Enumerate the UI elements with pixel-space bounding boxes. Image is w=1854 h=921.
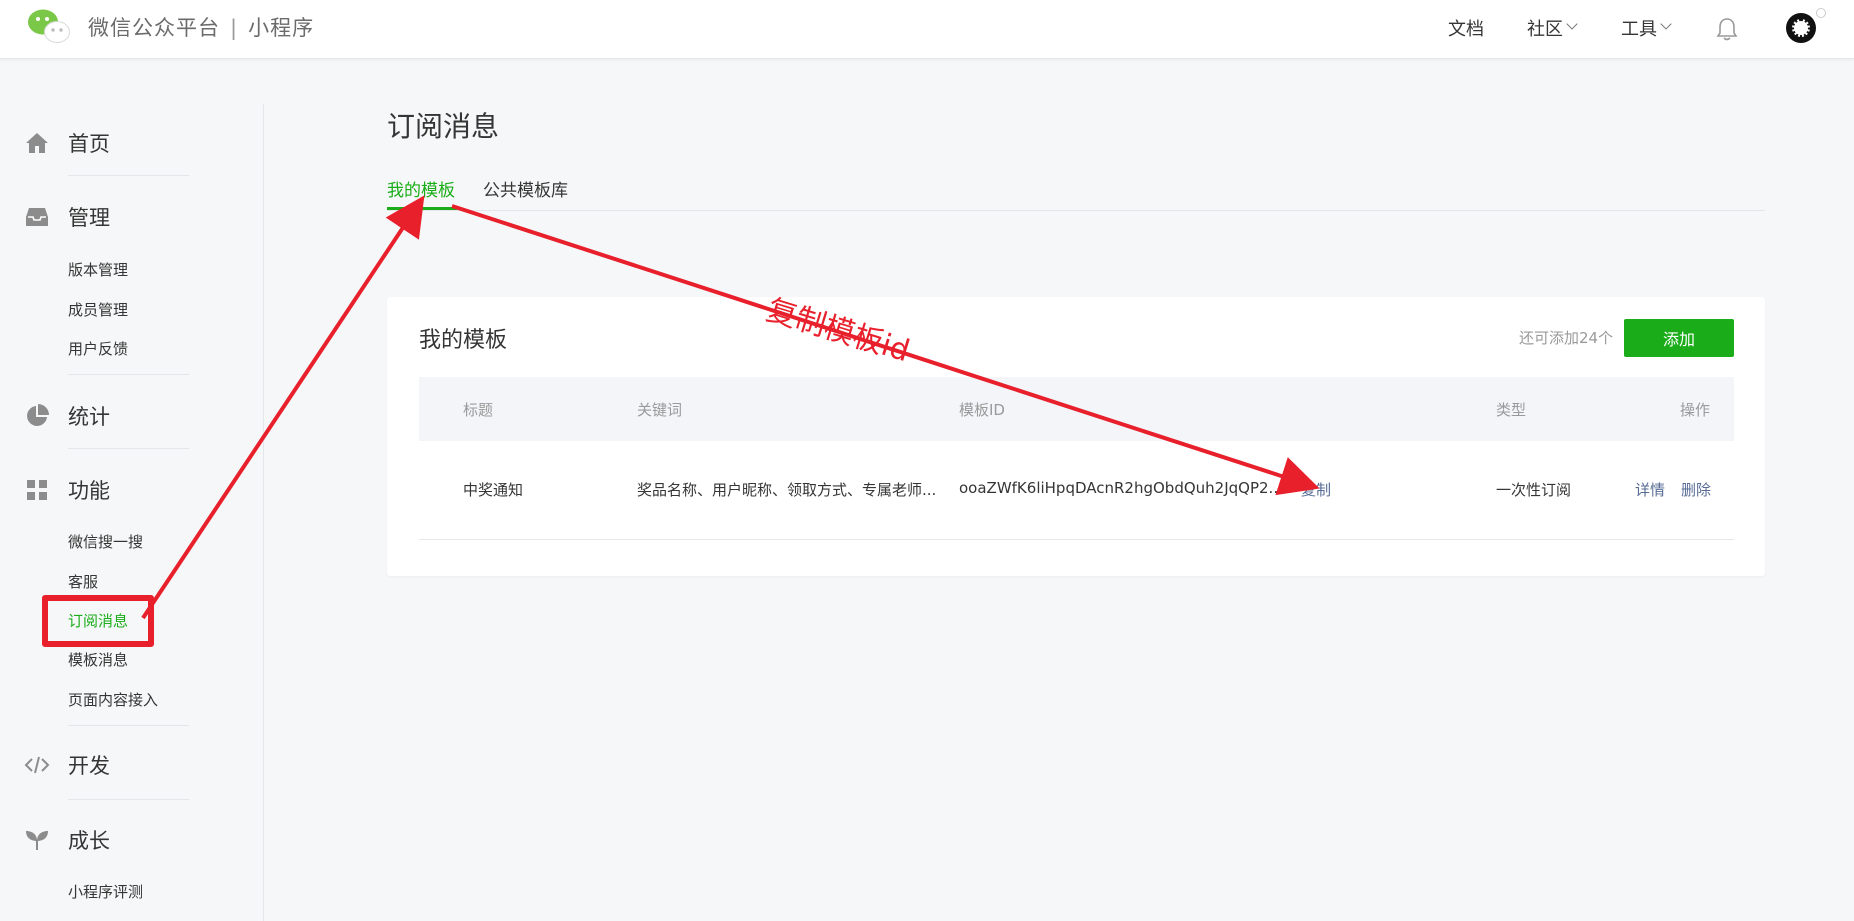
sidebar-group-label: 统计 [68, 405, 110, 429]
sidebar-group-stats[interactable]: 统计 [24, 401, 110, 431]
bell-icon[interactable] [1716, 17, 1738, 41]
column-header-title: 标题 [463, 401, 494, 419]
nav-docs[interactable]: 文档 [1448, 0, 1484, 56]
sidebar-item-customer-service[interactable]: 客服 [68, 571, 98, 592]
table-header: 标题 关键词 模板ID 类型 操作 [419, 377, 1734, 441]
sidebar-group-label: 成长 [68, 829, 110, 853]
sidebar-group-label: 开发 [68, 754, 110, 778]
home-icon [24, 130, 50, 156]
nav-tools-label: 工具 [1621, 19, 1657, 40]
template-id-cell: ooaZWfK6liHpqDAcnR2hgObdQuh2JqQP2... [959, 479, 1283, 497]
remaining-quota-text: 还可添加24个 [1519, 329, 1614, 347]
active-tab-indicator [387, 207, 457, 210]
sidebar-group-manage[interactable]: 管理 [24, 202, 110, 232]
column-header-keywords: 关键词 [637, 401, 683, 419]
brand-name: 微信公众平台 [88, 16, 220, 40]
tab-public-template-library[interactable]: 公共模板库 [483, 176, 568, 201]
template-type-cell: 一次性订阅 [1496, 481, 1572, 499]
sidebar-item-mini-program-review[interactable]: 小程序评测 [68, 881, 143, 902]
sidebar-group-home[interactable]: 首页 [24, 128, 110, 158]
top-header: 微信公众平台 | 小程序 文档 社区 工具 [0, 0, 1854, 59]
sidebar-item-wechat-search[interactable]: 微信搜一搜 [68, 531, 143, 552]
sidebar-group-label: 功能 [68, 479, 110, 503]
inbox-icon [24, 204, 50, 230]
wechat-logo-icon[interactable] [26, 7, 72, 45]
annotation-highlight-box [42, 595, 154, 647]
sidebar-item-member-manage[interactable]: 成员管理 [68, 299, 128, 320]
chevron-down-icon [1660, 18, 1672, 30]
product-name: 小程序 [248, 16, 315, 40]
sidebar-group-label: 首页 [68, 132, 110, 156]
avatar-status-dot [1816, 8, 1826, 18]
sidebar-divider-line [68, 374, 189, 375]
pie-chart-icon [24, 403, 50, 429]
sidebar-item-user-feedback[interactable]: 用户反馈 [68, 338, 128, 359]
nav-community-label: 社区 [1527, 19, 1563, 40]
page-title: 订阅消息 [387, 110, 500, 143]
sidebar-divider [263, 104, 264, 921]
sidebar-item-page-content[interactable]: 页面内容接入 [68, 689, 158, 710]
sprout-icon [24, 827, 50, 853]
avatar-pattern [1792, 19, 1810, 37]
sidebar-item-template-message[interactable]: 模板消息 [68, 649, 128, 670]
grid-icon [24, 477, 50, 503]
column-header-type: 类型 [1496, 401, 1527, 419]
sidebar-divider-line [68, 799, 189, 800]
nav-community[interactable]: 社区 [1527, 0, 1578, 56]
sidebar-group-develop[interactable]: 开发 [24, 750, 110, 780]
code-icon [24, 752, 50, 778]
tab-my-templates[interactable]: 我的模板 [387, 176, 455, 201]
tab-bar: 我的模板 公共模板库 [387, 176, 1765, 211]
column-header-template-id: 模板ID [959, 401, 1005, 419]
sidebar-divider-line [68, 725, 189, 726]
column-header-actions: 操作 [1680, 401, 1711, 419]
sidebar-group-growth[interactable]: 成长 [24, 825, 110, 855]
template-keywords-cell: 奖品名称、用户昵称、领取方式、专属老师... [637, 481, 937, 499]
detail-link[interactable]: 详情 [1635, 479, 1665, 500]
chevron-down-icon [1566, 18, 1578, 30]
brand-separator: | [230, 16, 239, 40]
copy-template-id-link[interactable]: 复制 [1301, 479, 1331, 500]
nav-tools[interactable]: 工具 [1621, 0, 1672, 56]
sidebar-item-version-manage[interactable]: 版本管理 [68, 259, 128, 280]
card-title: 我的模板 [419, 328, 508, 353]
add-template-button[interactable]: 添加 [1624, 319, 1734, 357]
sidebar-group-features[interactable]: 功能 [24, 475, 110, 505]
sidebar-divider-line [68, 175, 189, 176]
table-row: 中奖通知 奖品名称、用户昵称、领取方式、专属老师... ooaZWfK6liHp… [419, 441, 1734, 540]
sidebar-divider-line [68, 448, 189, 449]
delete-link[interactable]: 删除 [1681, 479, 1711, 500]
sidebar-group-label: 管理 [68, 206, 110, 230]
platform-brand[interactable]: 微信公众平台 | 小程序 [88, 12, 314, 42]
template-title-cell: 中奖通知 [463, 481, 524, 499]
user-avatar[interactable] [1786, 13, 1816, 43]
nav-docs-label: 文档 [1448, 19, 1484, 40]
my-templates-card: 我的模板 还可添加24个 添加 标题 关键词 模板ID 类型 操作 中奖通知 奖… [387, 297, 1765, 576]
